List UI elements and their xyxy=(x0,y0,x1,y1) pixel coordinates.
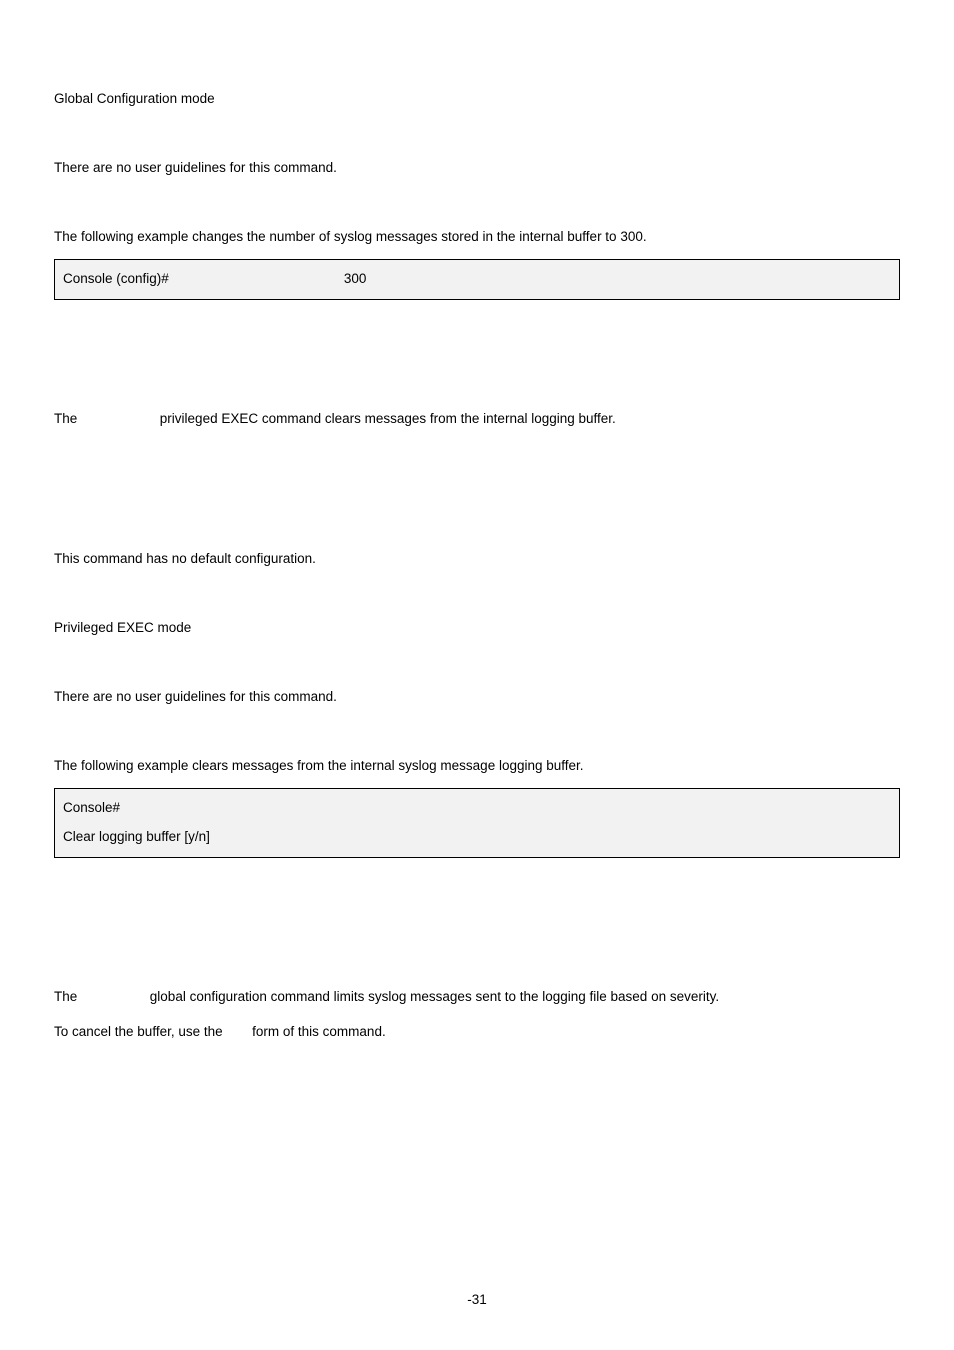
code-box-2: Console# Clear logging buffer [y/n] xyxy=(54,788,900,858)
example-intro: The following example changes the number… xyxy=(54,228,900,247)
desc3-line1: The global configuration command limits … xyxy=(54,988,900,1007)
code-prompt: Console (config)# xyxy=(63,270,169,289)
mode-text-2: Privileged EXEC mode xyxy=(54,619,900,638)
command-description-block-3: The global configuration command limits … xyxy=(54,988,900,1042)
command-description-block: The privileged EXEC command clears messa… xyxy=(54,410,900,429)
code-value: 300 xyxy=(344,270,367,289)
vspace xyxy=(54,440,900,550)
user-guidelines-block-2: There are no user guidelines for this co… xyxy=(54,688,900,707)
description-line: The privileged EXEC command clears messa… xyxy=(54,410,900,429)
default-config-block: This command has no default configuratio… xyxy=(54,550,900,569)
vspace xyxy=(54,858,900,988)
desc3-line2-rest: form of this command. xyxy=(252,1024,386,1039)
guidelines-text: There are no user guidelines for this co… xyxy=(54,159,900,178)
guidelines-text-2: There are no user guidelines for this co… xyxy=(54,688,900,707)
mode-text: Global Configuration mode xyxy=(54,90,900,109)
command-mode-block-2: Privileged EXEC mode xyxy=(54,619,900,638)
desc3-line2: To cancel the buffer, use the form of th… xyxy=(54,1023,900,1042)
code-text-1: Console# xyxy=(63,799,120,818)
user-guidelines-block: There are no user guidelines for this co… xyxy=(54,159,900,178)
vspace xyxy=(54,300,900,410)
page-content: Global Configuration mode There are no u… xyxy=(0,0,954,1042)
code-box: Console (config)# 300 xyxy=(54,259,900,300)
desc3-pre: The xyxy=(54,989,77,1004)
example-intro-2: The following example clears messages fr… xyxy=(54,757,900,776)
page-number: -31 xyxy=(467,1292,487,1307)
desc-pre: The xyxy=(54,411,77,426)
example-block: The following example changes the number… xyxy=(54,228,900,300)
command-mode-block: Global Configuration mode xyxy=(54,90,900,109)
default-config-text: This command has no default configuratio… xyxy=(54,550,900,569)
desc-rest: privileged EXEC command clears messages … xyxy=(160,411,616,426)
code-line-1: Console# xyxy=(63,799,891,818)
page-footer: -31 xyxy=(0,1291,954,1310)
code-text-2: Clear logging buffer [y/n] xyxy=(63,828,210,847)
desc3-line2-pre: To cancel the buffer, use the xyxy=(54,1024,223,1039)
code-line-2: Clear logging buffer [y/n] xyxy=(63,828,891,847)
example-block-2: The following example clears messages fr… xyxy=(54,757,900,858)
desc3-rest: global configuration command limits sysl… xyxy=(150,989,719,1004)
code-line: Console (config)# 300 xyxy=(63,270,891,289)
